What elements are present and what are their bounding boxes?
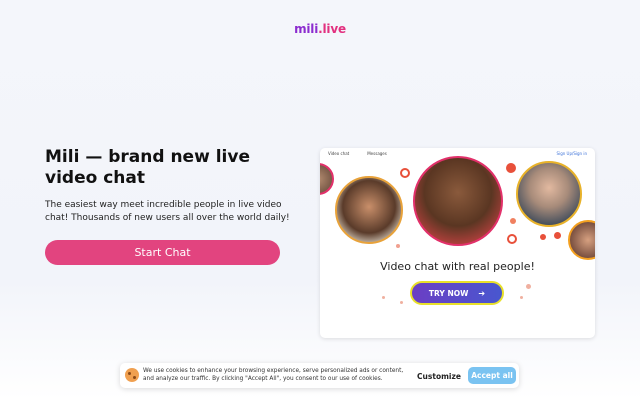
decor-ring (507, 234, 517, 244)
logo-text-mili: mili (294, 22, 319, 36)
try-now-button[interactable]: TRY NOW ➔ (410, 281, 504, 305)
decor-dot (520, 296, 523, 299)
hero-subtext: The easiest way meet incredible people i… (45, 200, 290, 223)
cookie-text: We use cookies to enhance your browsing … (143, 368, 404, 382)
decor-dot (400, 301, 403, 304)
video-chat-preview-card[interactable]: Video chat Messages Sign Up/Sign in Vide… (320, 148, 595, 338)
avatar-edge-left (320, 163, 334, 195)
hero-headline: Mili — brand new live video chat (45, 147, 250, 188)
arrow-right-icon: ➔ (478, 288, 486, 298)
avatar-man-glasses (516, 161, 582, 227)
accept-all-button[interactable]: Accept all (468, 367, 516, 384)
tab-video-chat: Video chat (328, 151, 350, 156)
decor-dot (382, 296, 385, 299)
decor-dot (510, 218, 516, 224)
try-now-label: TRY NOW (428, 288, 469, 298)
decor-dot (540, 234, 546, 240)
cookie-icon (125, 368, 139, 382)
logo-text-live: .live (318, 22, 346, 36)
sign-in-link: Sign Up/Sign in (556, 151, 587, 156)
decor-dot (506, 163, 516, 173)
decor-dot (396, 244, 400, 248)
avatar-edge-right (568, 220, 595, 260)
start-chat-button[interactable]: Start Chat (45, 240, 280, 265)
tab-messages: Messages (367, 151, 387, 156)
card-caption: Video chat with real people! (380, 260, 535, 273)
site-logo[interactable]: mili.live (0, 22, 640, 36)
decor-ring (400, 168, 410, 178)
avatar-woman-smiling (335, 176, 403, 244)
decor-dot (526, 284, 531, 289)
customize-button[interactable]: Customize (416, 369, 462, 383)
cookie-banner: We use cookies to enhance your browsing … (120, 363, 519, 388)
avatar-young-man (413, 156, 503, 246)
decor-dot (554, 232, 561, 239)
